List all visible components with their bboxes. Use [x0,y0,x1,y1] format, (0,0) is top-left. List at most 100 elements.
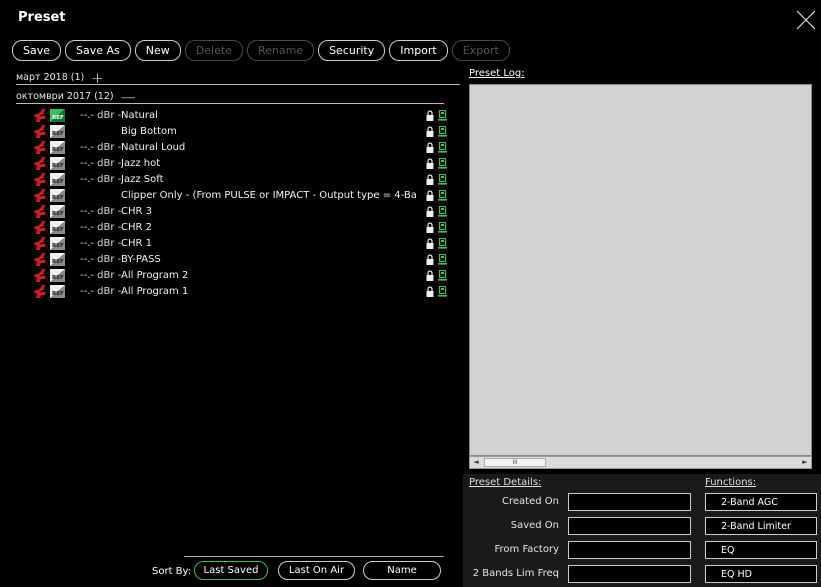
on-air-icon[interactable] [438,237,447,249]
svg-text:REF: REF [52,163,64,169]
function-eq-hd-button[interactable]: EQ HD [705,565,817,583]
preset-row[interactable]: REF --.- dBr - All Program 1 [0,284,460,300]
new-button[interactable]: New [134,40,181,61]
lock-icon[interactable] [426,238,434,249]
sort-divider [184,556,444,557]
on-air-icon[interactable] [438,285,447,297]
ref-flag-icon[interactable]: REF [50,285,65,298]
lock-icon[interactable] [426,174,434,185]
preset-row[interactable]: REF --.- dBr - Jazz hot [0,156,460,172]
ref-flag-icon[interactable]: REF [50,125,65,138]
on-air-icon[interactable] [438,125,447,137]
svg-text:REF: REF [52,115,64,121]
saved-on-field [568,517,691,535]
security-button[interactable]: Security [318,40,386,61]
ref-flag-icon[interactable]: REF [50,237,65,250]
preset-name: All Program 2 [121,270,189,281]
preset-name: Natural Loud [121,142,186,153]
ref-flag-icon[interactable]: REF [50,141,65,154]
ref-flag-icon[interactable]: REF [50,173,65,186]
on-air-icon[interactable] [438,157,447,169]
group-header[interactable]: март 2018 (1) + [16,70,460,85]
preset-row[interactable]: REF --.- dBr - BY-PASS [0,252,460,268]
lock-icon[interactable] [426,126,434,137]
lock-icon[interactable] [426,222,434,233]
on-air-icon[interactable] [438,189,447,201]
scroll-left-icon[interactable]: ◄ [471,458,481,467]
lock-icon[interactable] [426,110,434,121]
preset-level: --.- dBr - [80,174,122,185]
preset-list: REF --.- dBr - Natural REF Big Bottom REF --.-… [0,108,460,300]
scroll-right-icon[interactable]: ► [800,458,810,467]
on-air-icon[interactable] [438,253,447,265]
preset-row[interactable]: REF --.- dBr - Jazz Soft [0,172,460,188]
expand-icon[interactable]: + [91,70,104,85]
saved-on-label: Saved On [510,520,559,531]
preset-row[interactable]: REF --.- dBr - All Program 2 [0,268,460,284]
preset-row[interactable]: REF --.- dBr - CHR 2 [0,220,460,236]
log-horizontal-scrollbar[interactable]: ◄ III ► [469,456,812,469]
group-divider [16,84,460,85]
preset-name: Jazz Soft [121,174,164,185]
from-factory-label: From Factory [494,544,559,555]
on-air-icon[interactable] [438,205,447,217]
preset-log-area[interactable] [469,84,812,456]
preset-row[interactable]: REF --.- dBr - Natural [0,108,460,124]
save-as-button[interactable]: Save As [65,40,131,61]
preset-log-title: Preset Log: [469,68,525,79]
on-air-icon[interactable] [438,269,447,281]
audio-processor-icon [34,253,47,266]
save-button[interactable]: Save [12,40,62,61]
rename-button: Rename [246,40,315,61]
preset-level: --.- dBr - [80,254,122,265]
preset-row[interactable]: REF --.- dBr - CHR 3 [0,204,460,220]
collapse-icon[interactable]: — [121,89,136,104]
function-2-band-limiter-button[interactable]: 2-Band Limiter [705,517,817,535]
audio-processor-icon [34,221,47,234]
preset-name: Clipper Only - (From PULSE or IMPACT - O… [121,190,416,201]
lock-icon[interactable] [426,158,434,169]
scroll-thumb[interactable]: III [484,458,546,467]
sort-last-saved-button[interactable]: Last Saved [194,561,268,580]
sort-name-button[interactable]: Name [363,561,441,580]
lock-icon[interactable] [426,286,434,297]
close-icon[interactable] [795,9,817,31]
function-2-band-agc-button[interactable]: 2-Band AGC [705,493,817,511]
ref-flag-icon[interactable]: REF [50,157,65,170]
svg-text:REF: REF [52,195,64,201]
preset-row[interactable]: REF --.- dBr - Natural Loud [0,140,460,156]
preset-level: --.- dBr - [80,270,122,281]
ref-flag-icon[interactable]: REF [50,109,65,122]
ref-flag-icon[interactable]: REF [50,221,65,234]
function-eq-button[interactable]: EQ [705,541,817,559]
svg-text:REF: REF [52,179,64,185]
lock-icon[interactable] [426,206,434,217]
on-air-icon[interactable] [438,141,447,153]
on-air-icon[interactable] [438,109,447,121]
lock-icon[interactable] [426,190,434,201]
window-title: Preset [18,10,66,25]
sort-by-label: Sort By: [152,566,192,577]
group-header[interactable]: октомври 2017 (12) — [16,89,444,104]
audio-processor-icon [34,173,47,186]
ref-flag-icon[interactable]: REF [50,269,65,282]
on-air-icon[interactable] [438,221,447,233]
ref-flag-icon[interactable]: REF [50,205,65,218]
import-button[interactable]: Import [389,40,448,61]
preset-level: --.- dBr - [80,206,122,217]
audio-processor-icon [34,189,47,202]
ref-flag-icon[interactable]: REF [50,189,65,202]
preset-row[interactable]: REF Clipper Only - (From PULSE or IMPACT … [0,188,460,204]
delete-button: Delete [184,40,243,61]
on-air-icon[interactable] [438,173,447,185]
svg-text:REF: REF [52,275,64,281]
audio-processor-icon [34,237,47,250]
lock-icon[interactable] [426,142,434,153]
lock-icon[interactable] [426,254,434,265]
preset-row[interactable]: REF --.- dBr - CHR 1 [0,236,460,252]
preset-row[interactable]: REF Big Bottom [0,124,460,140]
ref-flag-icon[interactable]: REF [50,253,65,266]
sort-last-on-air-button[interactable]: Last On Air [278,561,355,580]
lock-icon[interactable] [426,270,434,281]
preset-name: BY-PASS [121,254,161,265]
